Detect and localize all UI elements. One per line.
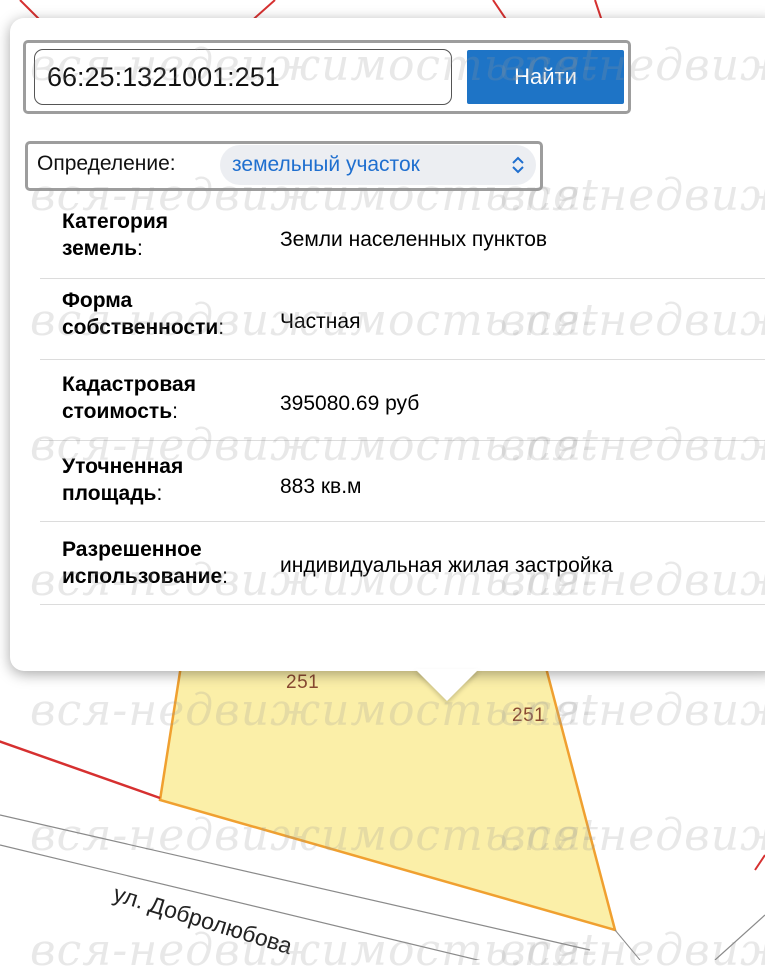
- info-key: Категория земель:: [62, 210, 169, 260]
- info-row-area: Уточненная площадь: 883 кв.м: [40, 441, 765, 522]
- info-value: 883 кв.м: [280, 475, 362, 498]
- popup-pointer: [415, 669, 479, 701]
- cadastral-number-input[interactable]: [34, 49, 452, 105]
- definition-selected-value: земельный участок: [232, 153, 420, 176]
- info-row-land-category: Категория земель: Земли населенных пункт…: [40, 200, 765, 279]
- info-value: Частная: [280, 310, 361, 333]
- info-key: Форма собственности:: [62, 289, 225, 339]
- definition-label: Определение:: [37, 152, 176, 175]
- parcel-number-label: 251: [512, 705, 546, 726]
- info-value: 395080.69 руб: [280, 392, 420, 415]
- info-key: Кадастровая стоимость:: [62, 373, 196, 423]
- info-key: Разрешенное использование:: [62, 538, 228, 588]
- info-row-cadastral-value: Кадастровая стоимость: 395080.69 руб: [40, 360, 765, 441]
- chevron-updown-icon: [512, 156, 524, 174]
- info-value: индивидуальная жилая застройка: [280, 554, 613, 577]
- info-key: Уточненная площадь:: [62, 455, 184, 505]
- info-value: Земли населенных пунктов: [280, 228, 548, 251]
- definition-select[interactable]: земельный участок: [220, 145, 536, 185]
- parcel-number-label: 251: [286, 672, 320, 693]
- info-row-permitted-use: Разрешенное использование: индивидуальна…: [40, 522, 765, 605]
- info-row-ownership: Форма собственности: Частная: [40, 279, 765, 360]
- find-button[interactable]: Найти: [467, 50, 624, 104]
